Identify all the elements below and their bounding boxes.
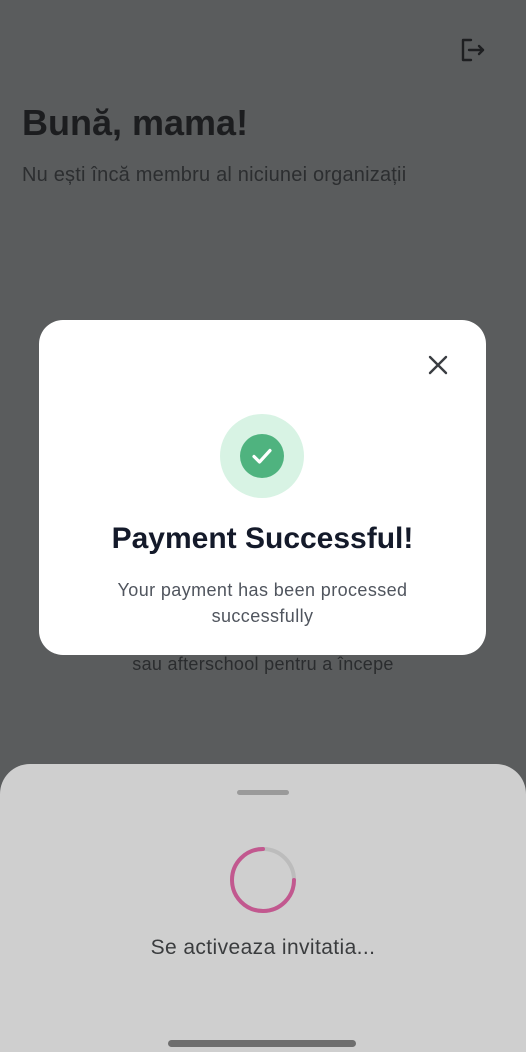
logout-button[interactable] <box>456 34 488 66</box>
close-icon <box>428 355 448 375</box>
modal-title: Payment Successful! <box>111 522 414 555</box>
modal-message: Your payment has been processed successf… <box>117 580 408 626</box>
loading-spinner-icon <box>230 847 296 913</box>
logout-icon <box>461 38 485 62</box>
success-badge <box>220 414 304 498</box>
background-hint-text: sau afterschool pentru a începe <box>132 654 394 674</box>
payment-success-modal: Payment Successful! Your payment has bee… <box>39 320 486 655</box>
home-indicator[interactable] <box>168 1040 356 1047</box>
bottom-sheet: Se activeaza invitatia... <box>0 764 526 1052</box>
greeting-title: Bună, mama! <box>22 102 249 143</box>
close-button[interactable] <box>423 350 453 380</box>
activation-status-text: Se activeaza invitatia... <box>150 936 376 959</box>
sheet-drag-handle[interactable] <box>237 790 289 795</box>
membership-subtitle: Nu ești încă membru al niciunei organiza… <box>22 164 407 186</box>
check-circle-icon <box>240 434 284 478</box>
